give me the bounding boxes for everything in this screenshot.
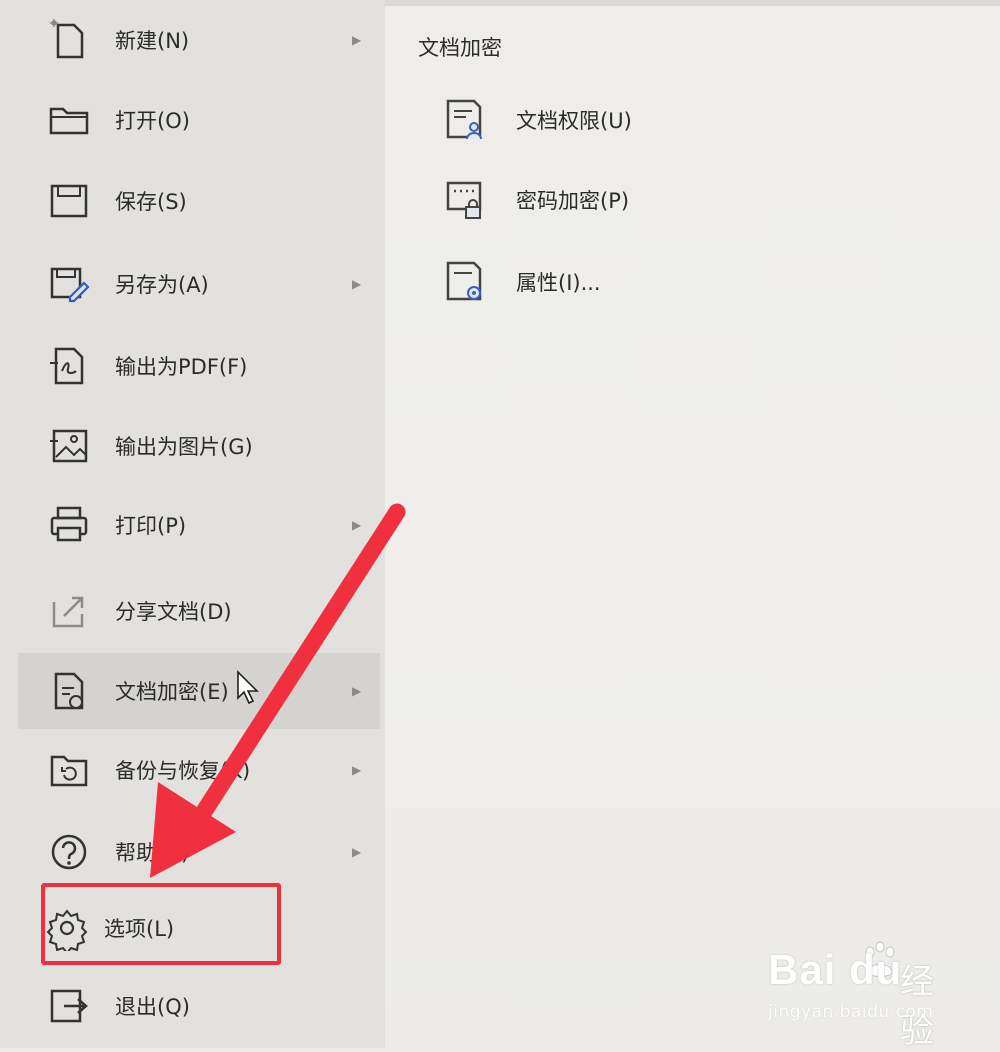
chevron-right-icon: ▶: [352, 684, 362, 698]
watermark-url: jingyan.baidu.com: [768, 1002, 934, 1022]
submenu-item-properties[interactable]: 属性(I)...: [440, 252, 740, 312]
save-icon: [50, 184, 88, 218]
menu-item-label: 打开(O): [115, 109, 190, 133]
document-permission-icon: [446, 99, 482, 140]
submenu-item-label: 属性(I)...: [516, 271, 601, 295]
menu-item-label: 文档加密(E): [115, 680, 229, 704]
export-image-icon: [50, 429, 88, 463]
menu-item-help[interactable]: 帮助(H) ▶: [18, 814, 380, 890]
chevron-right-icon: ▶: [352, 277, 362, 291]
document-lock-icon: [54, 672, 84, 710]
new-document-icon: [50, 19, 84, 59]
menu-item-label: 打印(P): [115, 514, 187, 538]
submenu-panel: [385, 0, 1000, 1048]
menu-item-share[interactable]: 分享文档(D): [18, 573, 380, 649]
submenu-item-password-encrypt[interactable]: 密码加密(P): [440, 170, 740, 230]
folder-open-icon: [49, 107, 89, 135]
save-as-icon: [50, 267, 90, 303]
menu-item-backup-restore[interactable]: 备份与恢复(K) ▶: [18, 732, 380, 808]
menu-item-save-as[interactable]: 另存为(A) ▶: [18, 246, 380, 322]
mouse-cursor-icon: [237, 670, 259, 705]
export-pdf-icon: [50, 347, 84, 385]
baidu-watermark: Bai du 经验 jingyan.baidu.com: [768, 940, 958, 1051]
menu-item-document-encrypt[interactable]: 文档加密(E) ▶: [18, 653, 380, 729]
submenu-title: 文档加密: [418, 36, 502, 60]
submenu-item-label: 密码加密(P): [516, 189, 630, 213]
options-highlight-box: [41, 883, 281, 965]
help-icon: [51, 834, 87, 870]
exit-icon: [50, 989, 88, 1023]
submenu-item-label: 文档权限(U): [516, 109, 632, 133]
chevron-right-icon: ▶: [352, 845, 362, 859]
submenu-item-document-permission[interactable]: 文档权限(U): [440, 90, 740, 150]
watermark-logo: Bai du: [768, 946, 903, 993]
menu-item-save[interactable]: 保存(S): [18, 163, 380, 239]
document-properties-icon: [446, 261, 482, 301]
menu-item-exit[interactable]: 退出(Q): [18, 968, 380, 1044]
menu-item-label: 备份与恢复(K): [115, 759, 251, 783]
menu-item-label: 帮助(H): [115, 841, 190, 865]
menu-item-label: 输出为PDF(F): [115, 355, 248, 379]
menu-item-print[interactable]: 打印(P) ▶: [18, 487, 380, 563]
chevron-right-icon: ▶: [352, 33, 362, 47]
menu-item-label: 分享文档(D): [115, 600, 232, 624]
menu-item-new[interactable]: 新建(N) ▶: [18, 2, 380, 78]
menu-item-open[interactable]: 打开(O): [18, 82, 380, 158]
password-lock-icon: [446, 181, 482, 219]
chevron-right-icon: ▶: [352, 763, 362, 777]
menu-item-label: 另存为(A): [115, 273, 209, 297]
menu-item-label: 保存(S): [115, 190, 187, 214]
menu-item-label: 输出为图片(G): [115, 435, 253, 459]
share-icon: [52, 596, 84, 628]
menu-item-export-image[interactable]: 输出为图片(G): [18, 408, 380, 484]
menu-item-label: 新建(N): [115, 29, 190, 53]
chevron-right-icon: ▶: [352, 518, 362, 532]
printer-icon: [50, 506, 88, 542]
menu-item-label: 退出(Q): [115, 995, 190, 1019]
top-strip: [385, 0, 1000, 6]
backup-restore-icon: [50, 755, 88, 787]
menu-item-export-pdf[interactable]: 输出为PDF(F): [18, 328, 380, 404]
